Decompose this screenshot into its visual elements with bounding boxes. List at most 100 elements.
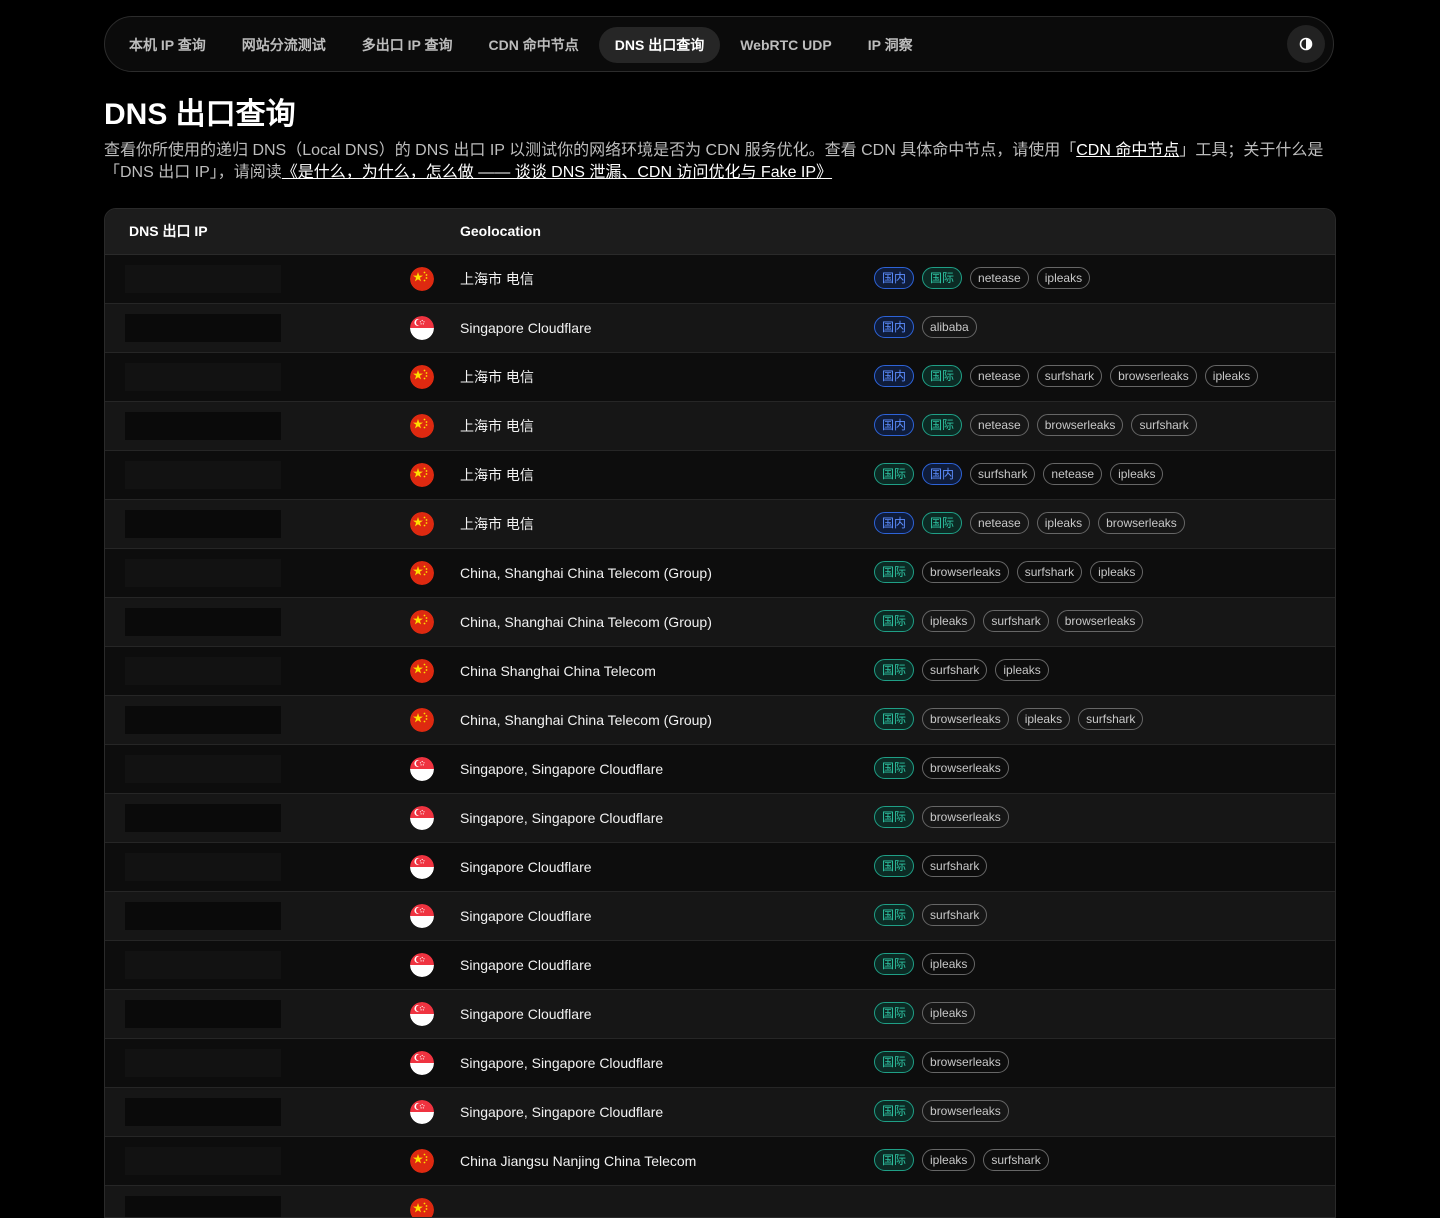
- china-flag-icon: [410, 414, 434, 438]
- geolocation: Singapore, Singapore Cloudflare: [460, 1055, 664, 1071]
- source-tags: 国际 browserleaks: [874, 1100, 1017, 1122]
- table-row: China, Shanghai China Telecom (Group) 国际 b…: [105, 696, 1335, 745]
- source-tag: netease: [970, 365, 1029, 387]
- source-tag: browserleaks: [922, 561, 1009, 583]
- table-row: China, Shanghai China Telecom (Group) 国际 i…: [105, 598, 1335, 647]
- singapore-flag-icon: [410, 316, 434, 340]
- source-tags: 国内 alibaba: [874, 316, 985, 338]
- source-tags: 国际 ipleaks: [874, 1002, 983, 1024]
- table-row: Singapore Cloudflare 国际 surfshark: [105, 843, 1335, 892]
- table-header: DNS 出口 IP Geolocation: [105, 209, 1335, 255]
- ip-redaction: [125, 608, 281, 636]
- geolocation: 上海市 电信: [460, 271, 534, 287]
- nav-tab[interactable]: WebRTC UDP: [724, 27, 848, 63]
- ip-redaction: [125, 1000, 281, 1028]
- source-tag: browserleaks: [1098, 512, 1185, 534]
- source-tag: ipleaks: [1090, 561, 1144, 583]
- geolocation: China, Shanghai China Telecom (Group): [460, 712, 712, 728]
- nav-tab[interactable]: 网站分流测试: [226, 27, 342, 63]
- source-tags: 国际 ipleaks surfshark: [874, 1149, 1057, 1171]
- source-tag: browserleaks: [922, 1051, 1009, 1073]
- singapore-flag-icon: [410, 1100, 434, 1124]
- china-flag-icon: [410, 267, 434, 291]
- source-tags: 国内 国际 netease browserleaks surfshark: [874, 414, 1205, 436]
- geolocation: 上海市 电信: [460, 418, 534, 434]
- source-tag: surfshark: [1078, 708, 1144, 730]
- theme-toggle-button[interactable]: [1287, 25, 1325, 63]
- table-row: 上海市 电信 国际 国内 surfshark netease ipleaks: [105, 451, 1335, 500]
- table-row: China, Shanghai China Telecom (Group) 国际 b…: [105, 549, 1335, 598]
- geolocation: Singapore, Singapore Cloudflare: [460, 761, 664, 777]
- dns-table: DNS 出口 IP Geolocation 上海市 电信 国内 国际 netease i…: [104, 208, 1336, 1218]
- singapore-flag-icon: [410, 757, 434, 781]
- geolocation: 上海市 电信: [460, 516, 534, 532]
- ip-redaction: [125, 314, 281, 342]
- source-tag: 国际: [874, 610, 915, 632]
- nav-tab[interactable]: IP 洞察: [852, 27, 929, 63]
- table-row: Singapore, Singapore Cloudflare 国际 browser…: [105, 745, 1335, 794]
- theme-toggle-icon: [1299, 37, 1313, 51]
- source-tag: netease: [970, 512, 1029, 534]
- source-tag: 国内: [922, 463, 963, 485]
- source-tag: surfshark: [983, 1149, 1049, 1171]
- ip-redaction: [125, 363, 281, 391]
- source-tag: surfshark: [922, 904, 988, 926]
- ip-redaction: [125, 412, 281, 440]
- source-tags: 国际 国内 surfshark netease ipleaks: [874, 463, 1171, 485]
- nav-tab[interactable]: 多出口 IP 查询: [346, 27, 469, 63]
- table-row: China Jiangsu Nanjing China Telecom 国际 ipl…: [105, 1137, 1335, 1186]
- source-tag: ipleaks: [922, 1149, 976, 1171]
- source-tag: 国内: [874, 414, 915, 436]
- source-tag: 国际: [874, 708, 915, 730]
- source-tag: 国际: [874, 757, 915, 779]
- ip-redaction: [125, 1098, 281, 1126]
- nav-tab[interactable]: 本机 IP 查询: [113, 27, 222, 63]
- china-flag-icon: [410, 1198, 434, 1217]
- table-row: Singapore Cloudflare 国际 surfshark: [105, 892, 1335, 941]
- ip-redaction: [125, 510, 281, 538]
- nav-tab[interactable]: DNS 出口查询: [598, 27, 721, 63]
- source-tags: 国内 国际 netease ipleaks browserleaks: [874, 512, 1193, 534]
- source-tag: netease: [1043, 463, 1103, 485]
- nav-tab[interactable]: CDN 命中节点: [473, 27, 595, 63]
- source-tags: 国际 browserleaks surfshark ipleaks: [874, 561, 1151, 583]
- source-tag: 国内: [874, 316, 915, 338]
- geolocation: 上海市 电信: [460, 467, 534, 483]
- source-tag: ipleaks: [1204, 365, 1259, 387]
- source-tag: browserleaks: [1036, 414, 1124, 436]
- source-tags: 国内 国际 netease surfshark browserleaks ipleaks: [874, 365, 1266, 387]
- source-tags: 国内 国际 netease ipleaks: [874, 267, 1098, 289]
- source-tag: ipleaks: [1016, 708, 1071, 730]
- source-tag: 国际: [922, 267, 963, 289]
- singapore-flag-icon: [410, 904, 434, 928]
- china-flag-icon: [410, 610, 434, 634]
- table-row: Singapore, Singapore Cloudflare 国际 browser…: [105, 1088, 1335, 1137]
- geolocation: Singapore Cloudflare: [460, 320, 592, 336]
- ip-redaction: [125, 853, 281, 881]
- source-tag: browserleaks: [1110, 365, 1197, 387]
- source-tags: 国际 surfshark: [874, 904, 995, 926]
- source-tag: 国际: [874, 1100, 915, 1122]
- geolocation: China, Shanghai China Telecom (Group): [460, 565, 712, 581]
- source-tag: 国际: [874, 855, 915, 877]
- source-tags: 国际 browserleaks: [874, 806, 1017, 828]
- table-row: Singapore, Singapore Cloudflare 国际 browser…: [105, 794, 1335, 843]
- ip-redaction: [125, 951, 281, 979]
- source-tag: 国际: [874, 953, 915, 975]
- table-row: [105, 1186, 1335, 1217]
- ip-redaction: [125, 461, 281, 489]
- table-row: China Shanghai China Telecom 国际 surfshark i…: [105, 647, 1335, 696]
- ip-redaction: [125, 706, 281, 734]
- source-tag: surfshark: [1016, 561, 1083, 583]
- china-flag-icon: [410, 1149, 434, 1173]
- source-tag: ipleaks: [922, 610, 976, 632]
- table-row: Singapore Cloudflare 国内 alibaba: [105, 304, 1335, 353]
- page-description: 查看你所使用的递归 DNS（Local DNS）的 DNS 出口 IP 以测试你…: [104, 140, 1334, 184]
- china-flag-icon: [410, 561, 434, 585]
- source-tag: surfshark: [1131, 414, 1197, 436]
- source-tags: 国际 browserleaks: [874, 1051, 1017, 1073]
- article-link[interactable]: 《是什么，为什么，怎么做 —— 谈谈 DNS 泄漏、CDN 访问优化与 Fake…: [282, 164, 832, 181]
- source-tag: ipleaks: [922, 953, 976, 975]
- cdn-node-link[interactable]: CDN 命中节点: [1076, 142, 1179, 159]
- source-tags: 国际 ipleaks: [874, 953, 983, 975]
